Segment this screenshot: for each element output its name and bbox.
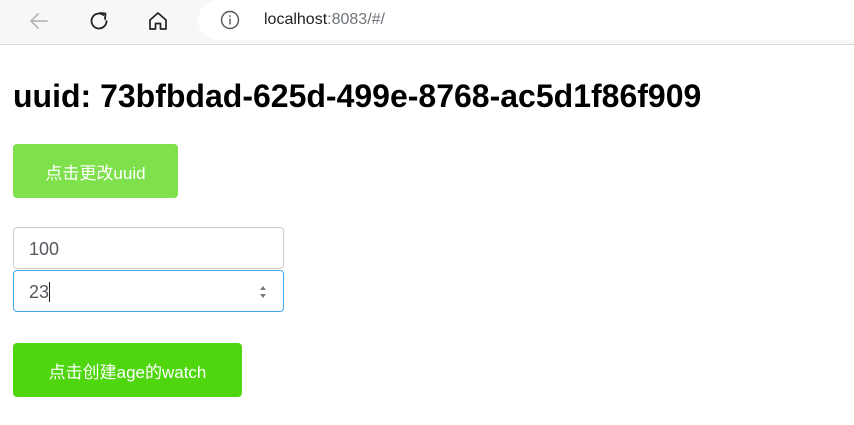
age-number-input[interactable]: 23 [13,270,284,312]
info-icon[interactable] [220,10,240,30]
text-caret [49,282,51,302]
browser-toolbar: localhost:8083/#/ [0,0,854,45]
reload-icon [90,12,108,30]
change-uuid-button[interactable]: 点击更改uuid [13,144,178,198]
home-icon [149,12,167,30]
page-content: uuid: 73bfbdad-625d-499e-8768-ac5d1f86f9… [0,46,854,425]
spinner-arrows-icon[interactable] [259,283,267,301]
address-bar[interactable]: localhost:8083/#/ [198,0,854,40]
url-host: localhost [264,11,328,28]
create-watch-button[interactable]: 点击创建age的watch [13,343,242,397]
page-title: uuid: 73bfbdad-625d-499e-8768-ac5d1f86f9… [13,78,702,114]
text-input[interactable]: 100 [13,227,284,269]
url-path: :8083/#/ [327,11,385,28]
back-button[interactable] [22,4,56,38]
url-text[interactable]: localhost:8083/#/ [264,10,385,30]
age-input-value: 23 [29,282,50,302]
age-input-value-wrap: 23 [29,282,51,302]
text-input-value: 100 [29,239,60,259]
reload-button[interactable] [82,4,116,38]
arrow-left-icon [30,13,48,29]
home-button[interactable] [141,4,175,38]
